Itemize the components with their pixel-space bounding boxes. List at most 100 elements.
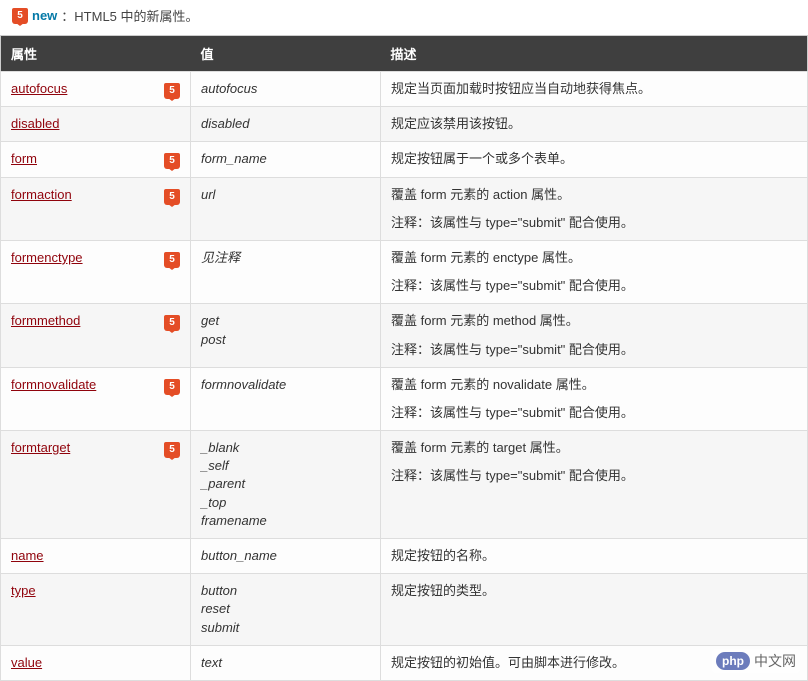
value-line: _top bbox=[201, 494, 370, 512]
table-row: formenctype5见注释覆盖 form 元素的 enctype 属性。注释… bbox=[1, 240, 808, 303]
value-cell: getpost bbox=[191, 304, 381, 367]
attr-link-autofocus[interactable]: autofocus bbox=[11, 81, 67, 96]
value-cell: form_name bbox=[191, 142, 381, 177]
desc-line: 覆盖 form 元素的 novalidate 属性。 bbox=[391, 376, 797, 394]
value-cell: text bbox=[191, 645, 381, 680]
value-line: _self bbox=[201, 457, 370, 475]
attributes-table: 属性 值 描述 autofocus 5 autofocus 规定当页面加载时按钮应当自… bbox=[0, 35, 808, 681]
attr-cell: type bbox=[1, 574, 191, 646]
value-line: autofocus bbox=[201, 80, 370, 98]
value-cell: button_name bbox=[191, 539, 381, 574]
desc-cell: 覆盖 form 元素的 enctype 属性。注释：该属性与 type="sub… bbox=[381, 240, 808, 303]
table-header-row: 属性 值 描述 bbox=[1, 36, 808, 72]
desc-cell: 覆盖 form 元素的 target 属性。注释：该属性与 type="subm… bbox=[381, 431, 808, 539]
desc-line: 覆盖 form 元素的 enctype 属性。 bbox=[391, 249, 797, 267]
watermark-php-icon: php bbox=[716, 652, 750, 670]
attr-link-formaction[interactable]: formaction bbox=[11, 187, 72, 202]
legend-new-label: new bbox=[32, 8, 57, 23]
desc-line: 规定按钮属于一个或多个表单。 bbox=[391, 150, 797, 168]
value-cell: _blank_self_parent_topframename bbox=[191, 431, 381, 539]
desc-line: 规定应该禁用该按钮。 bbox=[391, 115, 797, 133]
table-row: formtarget5_blank_self_parent_topframena… bbox=[1, 431, 808, 539]
desc-line: 覆盖 form 元素的 target 属性。 bbox=[391, 439, 797, 457]
value-line: _parent bbox=[201, 475, 370, 493]
desc-line: 规定按钮的名称。 bbox=[391, 547, 797, 565]
desc-cell: 规定按钮属于一个或多个表单。 bbox=[381, 142, 808, 177]
value-line: button bbox=[201, 582, 370, 600]
html5-badge-icon: 5 bbox=[164, 249, 180, 268]
attr-link-type[interactable]: type bbox=[11, 583, 36, 598]
table-row: valuetext规定按钮的初始值。可由脚本进行修改。 bbox=[1, 645, 808, 680]
value-line: formnovalidate bbox=[201, 376, 370, 394]
value-line: form_name bbox=[201, 150, 370, 168]
value-line: _blank bbox=[201, 439, 370, 457]
value-line: 见注释 bbox=[201, 249, 370, 267]
value-line: get bbox=[201, 312, 370, 330]
desc-line: 注释：该属性与 type="submit" 配合使用。 bbox=[391, 277, 797, 295]
legend-text: ：HTML5 中的新属性。 bbox=[61, 6, 198, 25]
value-line: text bbox=[201, 654, 370, 672]
value-line: reset bbox=[201, 600, 370, 618]
value-line: disabled bbox=[201, 115, 370, 133]
table-row: name button_name 规定按钮的名称。 bbox=[1, 539, 808, 574]
attr-cell: formmethod 5 bbox=[1, 304, 191, 367]
html5-badge-icon: 5 bbox=[164, 80, 180, 99]
desc-line: 注释：该属性与 type="submit" 配合使用。 bbox=[391, 404, 797, 422]
value-line: submit bbox=[201, 619, 370, 637]
attr-cell: name bbox=[1, 539, 191, 574]
desc-cell: 规定按钮的名称。 bbox=[381, 539, 808, 574]
table-row: disabled disabled 规定应该禁用该按钮。 bbox=[1, 107, 808, 142]
attr-link-formtarget[interactable]: formtarget bbox=[11, 440, 70, 455]
watermark: php 中文网 bbox=[712, 649, 800, 673]
attr-cell: formtarget5 bbox=[1, 431, 191, 539]
desc-cell: 覆盖 form 元素的 method 属性。注释：该属性与 type="subm… bbox=[381, 304, 808, 367]
attr-link-name[interactable]: name bbox=[11, 548, 44, 563]
desc-cell: 覆盖 form 元素的 action 属性。注释：该属性与 type="subm… bbox=[381, 177, 808, 240]
table-row: formmethod5getpost覆盖 form 元素的 method 属性。… bbox=[1, 304, 808, 367]
desc-line: 规定按钮的类型。 bbox=[391, 582, 797, 600]
attr-cell: value bbox=[1, 645, 191, 680]
desc-line: 注释：该属性与 type="submit" 配合使用。 bbox=[391, 341, 797, 359]
attr-cell: formenctype 5 bbox=[1, 240, 191, 303]
attr-link-form[interactable]: form bbox=[11, 151, 37, 166]
desc-line: 覆盖 form 元素的 method 属性。 bbox=[391, 312, 797, 330]
desc-line: 注释：该属性与 type="submit" 配合使用。 bbox=[391, 214, 797, 232]
header-attr: 属性 bbox=[1, 36, 191, 72]
attr-cell: autofocus 5 bbox=[1, 72, 191, 107]
value-cell: buttonresetsubmit bbox=[191, 574, 381, 646]
table-row: type buttonresetsubmit 规定按钮的类型。 bbox=[1, 574, 808, 646]
attr-cell: formaction 5 bbox=[1, 177, 191, 240]
attr-link-disabled[interactable]: disabled bbox=[11, 116, 59, 131]
legend: 5 new ：HTML5 中的新属性。 bbox=[0, 0, 808, 35]
value-cell: autofocus bbox=[191, 72, 381, 107]
attr-link-formmethod[interactable]: formmethod bbox=[11, 313, 80, 328]
watermark-site: 中文网 bbox=[754, 651, 796, 671]
value-line: button_name bbox=[201, 547, 370, 565]
attr-cell: form 5 bbox=[1, 142, 191, 177]
attr-cell: disabled bbox=[1, 107, 191, 142]
value-cell: disabled bbox=[191, 107, 381, 142]
desc-line: 覆盖 form 元素的 action 属性。 bbox=[391, 186, 797, 204]
html5-badge-icon: 5 bbox=[164, 312, 180, 331]
attr-link-value[interactable]: value bbox=[11, 655, 42, 670]
table-row: formaction 5 url 覆盖 form 元素的 action 属性。注释：该… bbox=[1, 177, 808, 240]
desc-line: 注释：该属性与 type="submit" 配合使用。 bbox=[391, 467, 797, 485]
value-cell: formnovalidate bbox=[191, 367, 381, 430]
desc-cell: 规定应该禁用该按钮。 bbox=[381, 107, 808, 142]
value-cell: 见注释 bbox=[191, 240, 381, 303]
attr-link-formenctype[interactable]: formenctype bbox=[11, 250, 83, 265]
html5-badge-icon: 5 bbox=[164, 186, 180, 205]
value-line: url bbox=[201, 186, 370, 204]
value-line: post bbox=[201, 331, 370, 349]
attr-link-formnovalidate[interactable]: formnovalidate bbox=[11, 377, 96, 392]
attr-cell: formnovalidate5 bbox=[1, 367, 191, 430]
table-row: formnovalidate5formnovalidate覆盖 form 元素的… bbox=[1, 367, 808, 430]
value-cell: url bbox=[191, 177, 381, 240]
header-val: 值 bbox=[191, 36, 381, 72]
html5-badge-icon: 5 bbox=[164, 150, 180, 169]
desc-line: 规定当页面加载时按钮应当自动地获得焦点。 bbox=[391, 80, 797, 98]
table-row: autofocus 5 autofocus 规定当页面加载时按钮应当自动地获得焦点。 bbox=[1, 72, 808, 107]
table-row: form 5 form_name 规定按钮属于一个或多个表单。 bbox=[1, 142, 808, 177]
header-desc: 描述 bbox=[381, 36, 808, 72]
value-line: framename bbox=[201, 512, 370, 530]
